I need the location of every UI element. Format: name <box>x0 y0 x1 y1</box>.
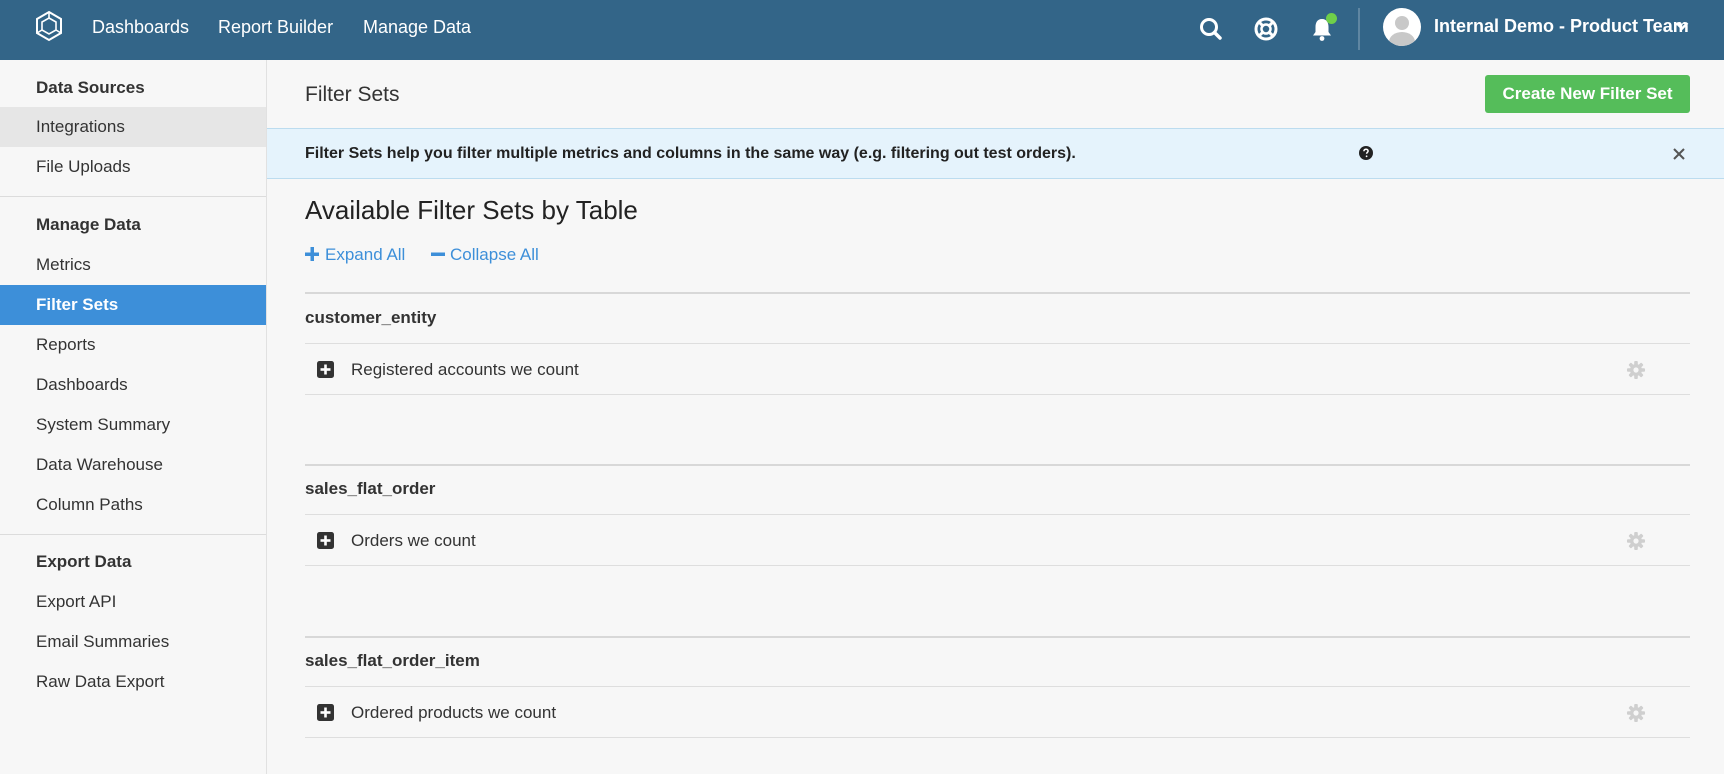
expand-all-link[interactable]: Expand All <box>325 245 405 265</box>
sidebar-divider <box>0 534 266 535</box>
collapse-all-link[interactable]: Collapse All <box>450 245 539 265</box>
info-banner: Filter Sets help you filter multiple met… <box>267 128 1724 179</box>
filter-set-name[interactable]: Registered accounts we count <box>351 360 579 380</box>
gear-icon[interactable] <box>1626 531 1646 551</box>
plus-square-icon[interactable] <box>317 704 334 721</box>
sidebar-item-email-summaries[interactable]: Email Summaries <box>0 622 266 662</box>
table-name-customer-entity: customer_entity <box>305 308 437 327</box>
sidebar-item-file-uploads[interactable]: File Uploads <box>0 147 266 187</box>
logo-icon[interactable] <box>33 10 65 42</box>
sidebar-item-reports[interactable]: Reports <box>0 325 266 365</box>
close-icon[interactable] <box>1669 144 1689 164</box>
search-icon[interactable] <box>1196 14 1226 44</box>
question-circle-icon[interactable] <box>1359 146 1373 160</box>
filter-set-row[interactable]: Ordered products we count <box>305 686 1690 738</box>
sidebar-heading-data-sources: Data Sources <box>36 78 145 97</box>
minus-icon[interactable] <box>431 247 445 261</box>
nav-manage-data[interactable]: Manage Data <box>363 17 471 37</box>
sidebar-item-system-summary[interactable]: System Summary <box>0 405 266 445</box>
plus-square-icon[interactable] <box>317 361 334 378</box>
filter-set-name[interactable]: Ordered products we count <box>351 703 556 723</box>
chevron-down-icon[interactable] <box>1675 21 1689 31</box>
filter-set-row[interactable]: Registered accounts we count <box>305 343 1690 395</box>
nav-report-builder[interactable]: Report Builder <box>218 17 333 37</box>
account-menu[interactable]: Internal Demo - Product Team <box>1434 16 1689 36</box>
plus-icon[interactable] <box>305 247 319 261</box>
sidebar: Data Sources Integrations File Uploads M… <box>0 60 267 774</box>
nav-divider <box>1358 8 1360 50</box>
sidebar-item-column-paths[interactable]: Column Paths <box>0 485 266 525</box>
sidebar-divider <box>0 196 266 197</box>
sidebar-item-export-api[interactable]: Export API <box>0 582 266 622</box>
sidebar-item-filter-sets[interactable]: Filter Sets <box>0 285 266 325</box>
sidebar-item-data-warehouse[interactable]: Data Warehouse <box>0 445 266 485</box>
table-name-sales-flat-order: sales_flat_order <box>305 479 436 498</box>
gear-icon[interactable] <box>1626 360 1646 380</box>
notification-dot <box>1326 13 1337 24</box>
sidebar-heading-manage-data: Manage Data <box>36 215 141 234</box>
plus-square-icon[interactable] <box>317 532 334 549</box>
sidebar-item-metrics[interactable]: Metrics <box>0 245 266 285</box>
section-title: Available Filter Sets by Table <box>305 195 638 225</box>
filter-set-row[interactable]: Orders we count <box>305 514 1690 566</box>
top-navigation-bar: Dashboards Report Builder Manage Data In… <box>0 0 1724 60</box>
nav-dashboards[interactable]: Dashboards <box>92 17 189 37</box>
table-divider <box>305 464 1690 466</box>
avatar-icon[interactable] <box>1383 8 1421 46</box>
gear-icon[interactable] <box>1626 703 1646 723</box>
table-divider <box>305 636 1690 638</box>
sidebar-heading-export-data: Export Data <box>36 552 132 571</box>
sidebar-item-dashboards[interactable]: Dashboards <box>0 365 266 405</box>
sidebar-item-integrations[interactable]: Integrations <box>0 107 266 147</box>
filter-set-name[interactable]: Orders we count <box>351 531 476 551</box>
sidebar-item-raw-data-export[interactable]: Raw Data Export <box>0 662 266 702</box>
page-title: Filter Sets <box>305 83 400 106</box>
help-lifebuoy-icon[interactable] <box>1251 14 1281 44</box>
create-new-filter-set-button[interactable]: Create New Filter Set <box>1485 75 1690 113</box>
table-divider <box>305 292 1690 294</box>
banner-text: Filter Sets help you filter multiple met… <box>305 145 1076 162</box>
table-name-sales-flat-order-item: sales_flat_order_item <box>305 651 480 670</box>
